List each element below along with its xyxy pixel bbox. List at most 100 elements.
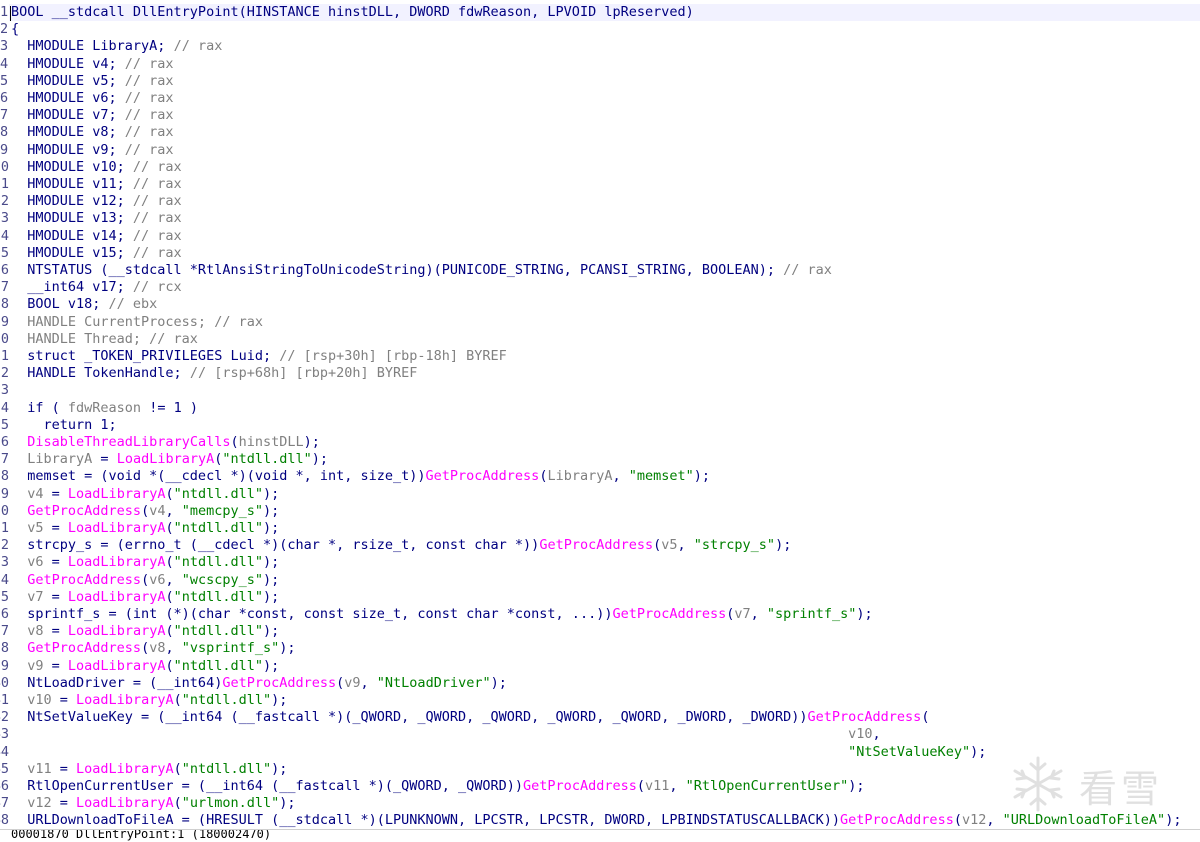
code-line[interactable]: 27 LibraryA = LoadLibraryA("ntdll.dll"); bbox=[0, 451, 1200, 469]
code-line[interactable]: 19 HANDLE CurrentProcess; // rax bbox=[0, 313, 1200, 331]
variable-or-comment[interactable]: // rax bbox=[133, 159, 182, 175]
code-line[interactable]: 11 HMODULE v11; // rax bbox=[0, 176, 1200, 193]
function-name[interactable]: LoadLibraryA bbox=[68, 589, 166, 605]
variable-or-comment[interactable]: // rax bbox=[133, 210, 182, 226]
code-line[interactable]: 12 HMODULE v12; // rax bbox=[0, 193, 1200, 211]
code-line[interactable]: 3 HMODULE LibraryA; // rax bbox=[0, 38, 1200, 56]
function-name[interactable]: GetProcAddress bbox=[808, 709, 922, 725]
code-line[interactable]: 46 RtlOpenCurrentUser = (__int64 (__fast… bbox=[0, 778, 1200, 795]
variable-or-comment[interactable]: LibraryA bbox=[547, 468, 612, 484]
variable-or-comment[interactable]: v12 bbox=[27, 795, 51, 811]
variable-or-comment[interactable]: // rax bbox=[133, 193, 182, 209]
variable-or-comment[interactable]: // rax bbox=[174, 38, 223, 54]
code-line[interactable]: 38 GetProcAddress(v8, "vsprintf_s"); bbox=[0, 640, 1200, 658]
function-name[interactable]: GetProcAddress bbox=[539, 537, 653, 553]
variable-or-comment[interactable]: v11 bbox=[27, 761, 51, 777]
code-line[interactable]: 21 struct _TOKEN_PRIVILEGES Luid; // [rs… bbox=[0, 348, 1200, 365]
code-line[interactable]: 17 __int64 v17; // rcx bbox=[0, 279, 1200, 297]
code-line[interactable]: 42 NtSetValueKey = (__int64 (__fastcall … bbox=[0, 709, 1200, 727]
function-name[interactable]: GetProcAddress bbox=[840, 812, 954, 828]
code-line[interactable]: 25 return 1; bbox=[0, 416, 1200, 434]
function-name[interactable]: GetProcAddress bbox=[523, 778, 637, 794]
code-line[interactable]: 5 HMODULE v5; // rax bbox=[0, 72, 1200, 90]
code-line[interactable]: 26 DisableThreadLibraryCalls(hinstDLL); bbox=[0, 434, 1200, 451]
code-line[interactable]: 8 HMODULE v8; // rax bbox=[0, 124, 1200, 142]
function-name[interactable]: GetProcAddress bbox=[222, 675, 336, 691]
variable-or-comment[interactable]: v8 bbox=[27, 623, 43, 639]
code-line[interactable]: 15 HMODULE v15; // rax bbox=[0, 244, 1200, 262]
variable-or-comment[interactable]: v7 bbox=[734, 606, 750, 622]
variable-or-comment[interactable]: v8 bbox=[149, 640, 165, 656]
variable-or-comment[interactable]: // rax bbox=[125, 107, 174, 123]
variable-or-comment[interactable]: // [rsp+68h] [rbp+20h] BYREF bbox=[190, 365, 418, 381]
code-line[interactable]: 35 v7 = LoadLibraryA("ntdll.dll"); bbox=[0, 588, 1200, 606]
variable-or-comment[interactable]: v11 bbox=[645, 778, 669, 794]
code-line[interactable]: 4 HMODULE v4; // rax bbox=[0, 55, 1200, 73]
code-line[interactable]: 30 GetProcAddress(v4, "memcpy_s"); bbox=[0, 502, 1200, 520]
code-line[interactable]: 14 HMODULE v14; // rax bbox=[0, 227, 1200, 245]
variable-or-comment[interactable]: v4 bbox=[27, 486, 43, 502]
function-name[interactable]: GetProcAddress bbox=[27, 503, 141, 519]
variable-or-comment[interactable]: v10 bbox=[848, 726, 872, 742]
function-name[interactable]: LoadLibraryA bbox=[76, 795, 174, 811]
function-name[interactable]: GetProcAddress bbox=[612, 606, 726, 622]
code-line[interactable]: 20 HANDLE Thread; // rax bbox=[0, 330, 1200, 348]
variable-or-comment[interactable]: // rax bbox=[214, 314, 263, 330]
variable-or-comment[interactable]: // [rsp+30h] [rbp-18h] BYREF bbox=[279, 348, 507, 364]
function-name[interactable]: LoadLibraryA bbox=[68, 554, 166, 570]
code-line[interactable]: 43 v10, bbox=[0, 726, 1200, 744]
code-line[interactable]: 18 BOOL v18; // ebx bbox=[0, 296, 1200, 314]
function-name[interactable]: GetProcAddress bbox=[27, 640, 141, 656]
code-line[interactable]: 31 v5 = LoadLibraryA("ntdll.dll"); bbox=[0, 520, 1200, 537]
code-line[interactable]: 44 "NtSetValueKey"); bbox=[0, 743, 1200, 761]
variable-or-comment[interactable]: // rax bbox=[125, 73, 174, 89]
variable-or-comment[interactable]: v12 bbox=[962, 812, 986, 828]
code-line[interactable]: 32 strcpy_s = (errno_t (__cdecl *)(char … bbox=[0, 537, 1200, 555]
function-name[interactable]: LoadLibraryA bbox=[76, 761, 174, 777]
variable-or-comment[interactable]: LibraryA bbox=[27, 451, 92, 467]
code-line[interactable]: 22 HANDLE TokenHandle; // [rsp+68h] [rbp… bbox=[0, 365, 1200, 383]
function-name[interactable]: LoadLibraryA bbox=[68, 658, 166, 674]
function-name[interactable]: LoadLibraryA bbox=[68, 520, 166, 536]
code-line[interactable]: 1 BOOL __stdcall DllEntryPoint(HINSTANCE … bbox=[0, 4, 1200, 21]
code-line[interactable]: 48 URLDownloadToFileA = (HRESULT (__stdc… bbox=[0, 812, 1200, 829]
code-line[interactable]: 33 v6 = LoadLibraryA("ntdll.dll"); bbox=[0, 554, 1200, 572]
code-line[interactable]: 36 sprintf_s = (int (*)(char *const, con… bbox=[0, 606, 1200, 623]
variable-or-comment[interactable]: v6 bbox=[149, 572, 165, 588]
code-line[interactable]: 47 v12 = LoadLibraryA("urlmon.dll"); bbox=[0, 795, 1200, 813]
variable-or-comment[interactable]: v9 bbox=[27, 658, 43, 674]
function-name[interactable]: DisableThreadLibraryCalls bbox=[27, 434, 230, 450]
function-name[interactable]: GetProcAddress bbox=[27, 572, 141, 588]
variable-or-comment[interactable]: v9 bbox=[344, 675, 360, 691]
code-line[interactable]: 34 GetProcAddress(v6, "wcscpy_s"); bbox=[0, 571, 1200, 589]
variable-or-comment[interactable]: // rax bbox=[133, 228, 182, 244]
variable-or-comment[interactable]: // rax bbox=[125, 90, 174, 106]
variable-or-comment[interactable]: // rax bbox=[125, 142, 174, 158]
variable-or-comment[interactable]: // rax bbox=[783, 262, 832, 278]
code-line[interactable]: 39 v9 = LoadLibraryA("ntdll.dll"); bbox=[0, 657, 1200, 675]
code-line[interactable]: 16 NTSTATUS (__stdcall *RtlAnsiStringToU… bbox=[0, 262, 1200, 279]
code-line[interactable]: 28 memset = (void *(__cdecl *)(void *, i… bbox=[0, 468, 1200, 486]
code-line[interactable]: 7 HMODULE v7; // rax bbox=[0, 107, 1200, 125]
function-name[interactable]: LoadLibraryA bbox=[117, 451, 215, 467]
variable-or-comment[interactable]: v5 bbox=[661, 537, 677, 553]
function-name[interactable]: LoadLibraryA bbox=[68, 486, 166, 502]
code-line[interactable]: 10 HMODULE v10; // rax bbox=[0, 158, 1200, 176]
variable-or-comment[interactable]: // rax bbox=[149, 331, 198, 347]
variable-or-comment[interactable]: fdwReason bbox=[68, 400, 141, 416]
code-line[interactable]: 45 v11 = LoadLibraryA("ntdll.dll"); bbox=[0, 760, 1200, 778]
code-line[interactable]: 2{ bbox=[0, 21, 1200, 39]
code-line[interactable]: 40 NtLoadDriver = (__int64)GetProcAddres… bbox=[0, 674, 1200, 692]
code-line[interactable]: 9 HMODULE v9; // rax bbox=[0, 141, 1200, 159]
pseudocode-view[interactable]: 1 BOOL __stdcall DllEntryPoint(HINSTANCE … bbox=[0, 0, 1200, 829]
function-name[interactable]: GetProcAddress bbox=[426, 468, 540, 484]
variable-or-comment[interactable]: v10 bbox=[27, 692, 51, 708]
code-line[interactable]: 29 v4 = LoadLibraryA("ntdll.dll"); bbox=[0, 485, 1200, 503]
code-line[interactable]: 37 v8 = LoadLibraryA("ntdll.dll"); bbox=[0, 623, 1200, 641]
variable-or-comment[interactable]: hinstDLL bbox=[239, 434, 304, 450]
variable-or-comment[interactable]: v7 bbox=[27, 589, 43, 605]
code-line[interactable]: 41 v10 = LoadLibraryA("ntdll.dll"); bbox=[0, 692, 1200, 709]
code-line[interactable]: 13 HMODULE v13; // rax bbox=[0, 210, 1200, 228]
variable-or-comment[interactable]: // rax bbox=[133, 245, 182, 261]
variable-or-comment[interactable]: // rcx bbox=[133, 279, 182, 295]
